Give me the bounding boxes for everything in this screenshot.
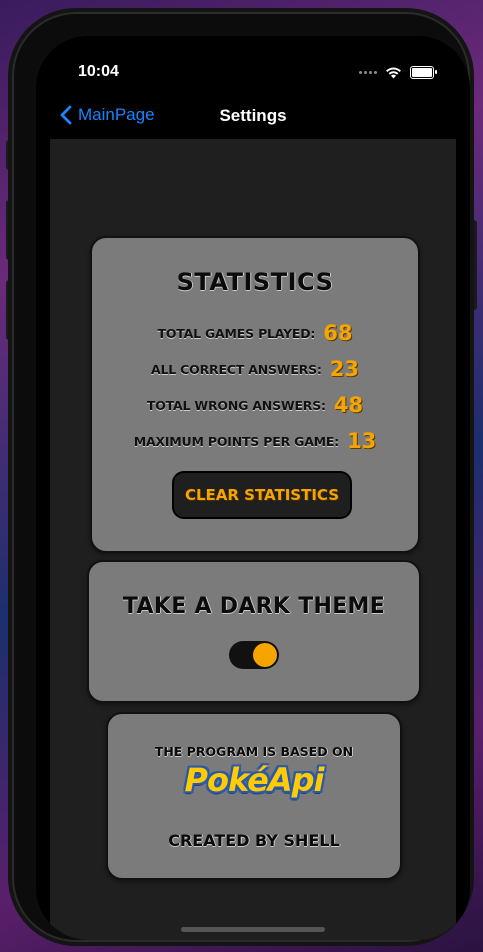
dark-theme-card: TAKE A DARK THEME — [87, 560, 421, 703]
pokeapi-logo: PokéApi — [184, 761, 325, 799]
stat-row-total-games: TOTAL GAMES PLAYED: 68 — [92, 315, 418, 351]
clear-statistics-button[interactable]: CLEAR STATISTICS — [172, 471, 352, 519]
about-card: THE PROGRAM IS BASED ON PokéApi CREATED … — [106, 712, 402, 880]
home-indicator[interactable] — [181, 927, 325, 932]
stat-row-wrong-answers: TOTAL WRONG ANSWERS: 48 — [92, 387, 418, 423]
stat-value: 23 — [329, 357, 359, 381]
toggle-knob — [253, 643, 277, 667]
created-by-text: CREATED BY SHELL — [168, 831, 340, 850]
stat-label: MAXIMUM POINTS PER GAME: — [133, 433, 340, 449]
cellular-signal-icon — [359, 71, 377, 74]
wifi-icon — [386, 67, 401, 78]
stat-label: TOTAL GAMES PLAYED: — [157, 325, 316, 341]
settings-content: STATISTICS TOTAL GAMES PLAYED: 68 ALL CO… — [50, 139, 456, 940]
stat-row-max-points: MAXIMUM POINTS PER GAME: 13 — [92, 423, 418, 459]
power-button — [471, 220, 477, 310]
stat-label: ALL CORRECT ANSWERS: — [151, 361, 322, 377]
dark-theme-title: TAKE A DARK THEME — [122, 594, 386, 619]
status-time: 10:04 — [78, 63, 119, 80]
status-icons — [359, 66, 437, 79]
battery-icon — [410, 66, 437, 79]
stat-value: 68 — [323, 321, 353, 345]
stat-value: 13 — [347, 429, 377, 453]
stat-value: 48 — [333, 393, 364, 417]
phone-frame: 10:04 MainPage Settings STATISTICS TOTAL… — [12, 12, 470, 942]
dark-theme-toggle[interactable] — [229, 641, 279, 669]
page-title: Settings — [219, 106, 287, 125]
phone-screen: 10:04 MainPage Settings STATISTICS TOTAL… — [36, 36, 470, 940]
stat-label: TOTAL WRONG ANSWERS: — [146, 397, 326, 413]
statistics-title: STATISTICS — [176, 268, 334, 296]
based-on-text: THE PROGRAM IS BASED ON — [154, 744, 354, 759]
stat-row-correct-answers: ALL CORRECT ANSWERS: 23 — [92, 351, 418, 387]
statistics-list: TOTAL GAMES PLAYED: 68 ALL CORRECT ANSWE… — [92, 315, 418, 459]
statistics-card: STATISTICS TOTAL GAMES PLAYED: 68 ALL CO… — [90, 236, 420, 553]
